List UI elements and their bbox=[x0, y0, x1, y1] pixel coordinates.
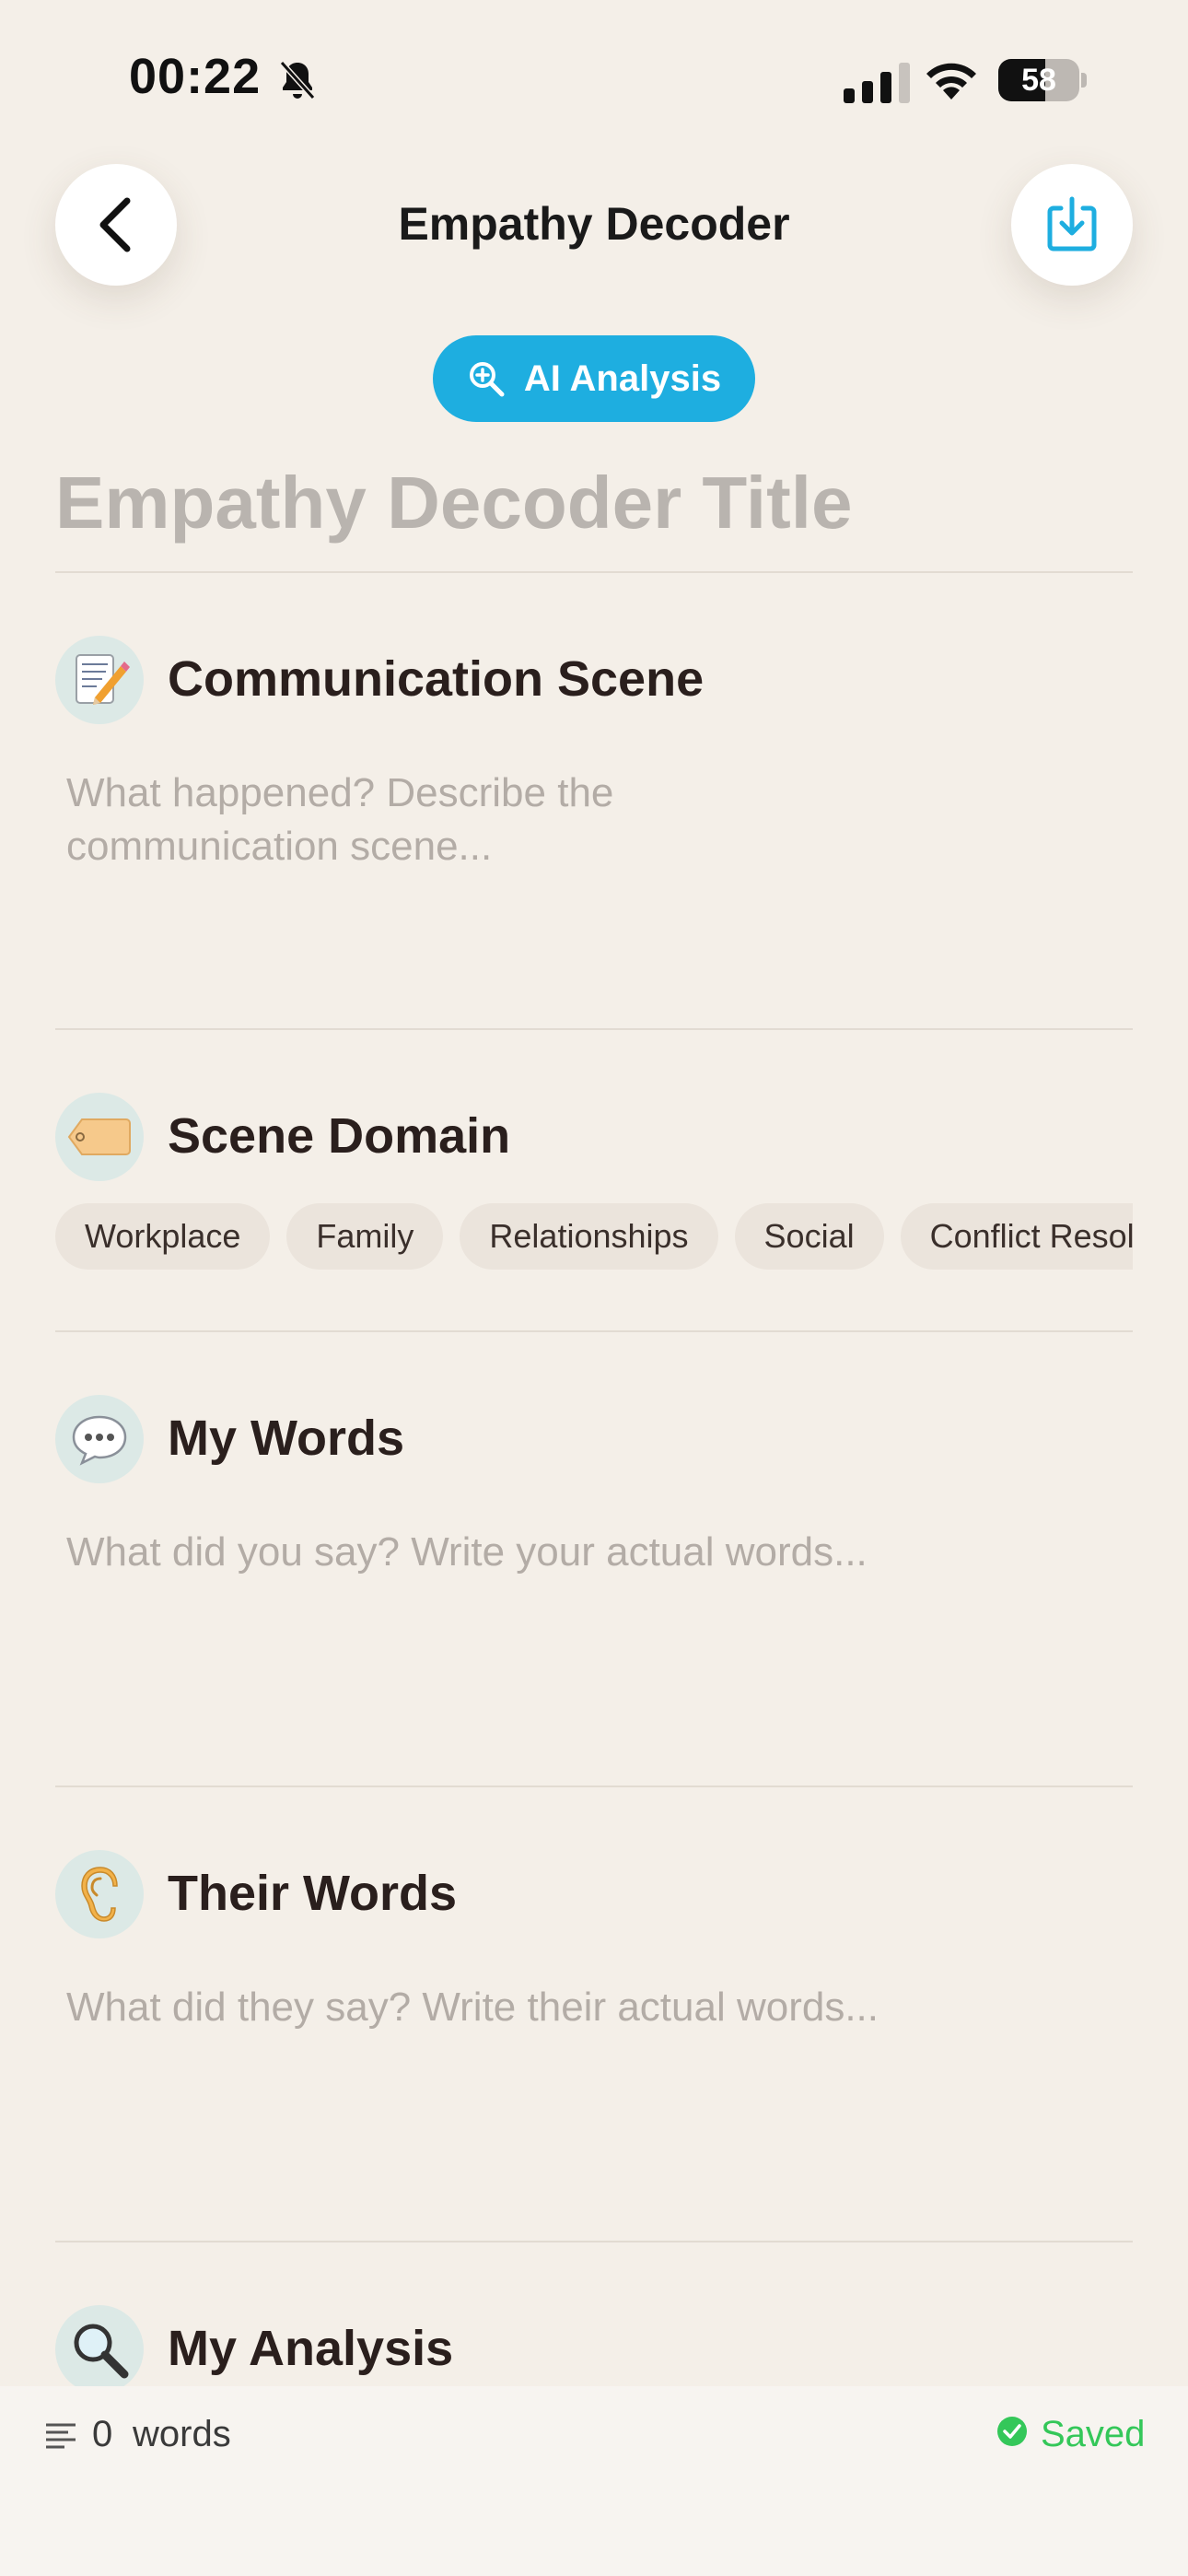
scene-domain-chips: Workplace Family Relationships Social Confli… bbox=[55, 1203, 1133, 1270]
communication-scene-input[interactable]: What happened? Describe the communicatio… bbox=[66, 767, 1079, 873]
checkmark-circle-icon bbox=[997, 2417, 1027, 2446]
status-bar: 00:22 58 bbox=[0, 0, 1188, 157]
chip-workplace[interactable]: Workplace bbox=[55, 1203, 271, 1270]
tag-icon bbox=[55, 1093, 144, 1181]
download-tray-icon bbox=[1047, 196, 1097, 252]
memo-icon bbox=[55, 636, 144, 724]
speech-balloon-icon bbox=[55, 1395, 144, 1483]
section-title-my-analysis: My Analysis bbox=[168, 2321, 454, 2376]
title-input[interactable]: Empathy Decoder Title bbox=[55, 461, 852, 545]
my-words-input[interactable]: What did you say? Write your actual word… bbox=[66, 1526, 1079, 1579]
bottom-status-bar: 0 words Saved bbox=[0, 2386, 1188, 2576]
chip-conflict-resolution[interactable]: Conflict Resolution bbox=[900, 1203, 1133, 1270]
divider bbox=[55, 1028, 1133, 1030]
bell-slash-icon bbox=[279, 60, 316, 100]
section-title-their-words: Their Words bbox=[168, 1866, 458, 1921]
divider bbox=[55, 1786, 1133, 1787]
saved-status: Saved bbox=[1041, 2414, 1146, 2454]
section-title-scene-domain: Scene Domain bbox=[168, 1108, 511, 1164]
divider bbox=[55, 571, 1133, 573]
status-time: 00:22 bbox=[129, 49, 262, 104]
text-lines-icon bbox=[46, 2423, 76, 2449]
chip-social[interactable]: Social bbox=[734, 1203, 884, 1270]
chip-relationships[interactable]: Relationships bbox=[460, 1203, 718, 1270]
magnifying-glass-icon bbox=[55, 2305, 144, 2394]
cellular-signal-icon bbox=[844, 63, 910, 103]
ai-analysis-button[interactable]: AI Analysis bbox=[433, 335, 755, 422]
battery-icon: 58 bbox=[998, 59, 1087, 101]
placeholder-line: What happened? Describe the bbox=[66, 770, 614, 815]
placeholder-line: communication scene... bbox=[66, 824, 493, 869]
divider bbox=[55, 1330, 1133, 1332]
chip-family[interactable]: Family bbox=[286, 1203, 444, 1270]
their-words-input[interactable]: What did they say? Write their actual wo… bbox=[66, 1981, 1079, 2034]
ai-analysis-label: AI Analysis bbox=[523, 357, 722, 399]
export-button[interactable] bbox=[1011, 164, 1133, 286]
word-count: 0 bbox=[92, 2414, 113, 2454]
word-count-label: words bbox=[133, 2414, 231, 2454]
battery-level: 58 bbox=[1021, 63, 1056, 98]
page-title: Empathy Decoder bbox=[398, 198, 790, 250]
section-title-my-words: My Words bbox=[168, 1411, 405, 1466]
divider bbox=[55, 2241, 1133, 2242]
ear-icon bbox=[55, 1850, 144, 1938]
magnifier-plus-icon bbox=[469, 362, 505, 397]
wifi-icon bbox=[926, 63, 976, 100]
section-title-communication-scene: Communication Scene bbox=[168, 651, 705, 707]
